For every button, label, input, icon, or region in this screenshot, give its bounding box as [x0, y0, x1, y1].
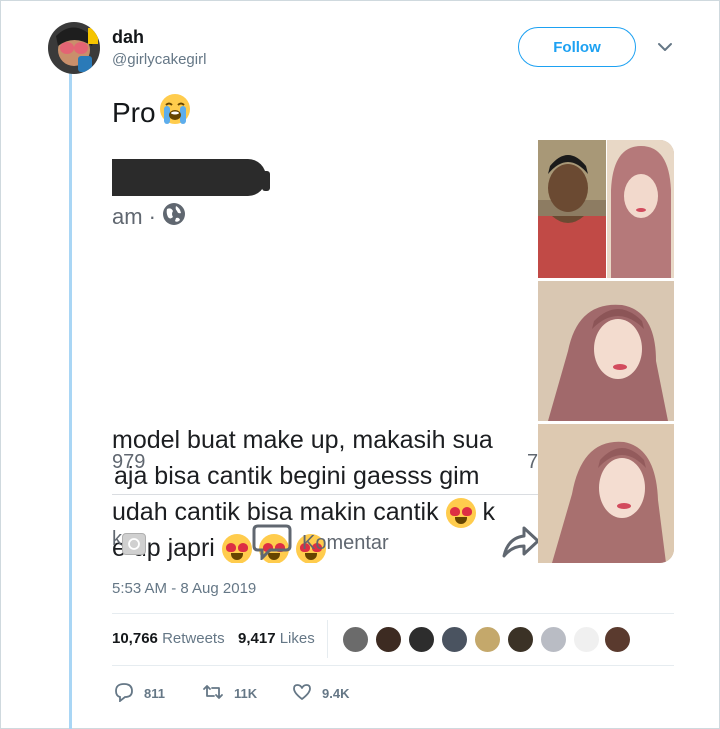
liker-avatar[interactable]: [441, 626, 468, 653]
liker-avatar[interactable]: [342, 626, 369, 653]
speech-bubble-icon: [252, 520, 292, 566]
liker-avatar[interactable]: [573, 626, 600, 653]
embedded-like-action: k: [112, 528, 122, 551]
loudly-crying-face-icon: [158, 92, 192, 133]
embedded-line-1: model buat make up, makasih sua: [112, 426, 493, 454]
embedded-meta-text: am ·: [112, 204, 156, 229]
tweet-text: Pro: [112, 92, 192, 133]
display-name[interactable]: dah: [112, 27, 144, 48]
liker-avatar[interactable]: [408, 626, 435, 653]
embedded-line-3-tail: k: [482, 498, 495, 526]
redacted-name-bar: [112, 159, 266, 196]
reply-count: 811: [144, 686, 165, 701]
heart-icon: [292, 682, 312, 705]
retweet-icon: [202, 682, 224, 705]
liker-avatar[interactable]: [540, 626, 567, 653]
retweet-count: 11K: [234, 686, 258, 701]
liker-avatar[interactable]: [604, 626, 631, 653]
like-button[interactable]: 9.4K: [292, 682, 349, 705]
retweets-count: 10,766: [112, 630, 158, 647]
like-count: 9.4K: [322, 686, 350, 701]
heart-eyes-emoji-icon: [445, 498, 476, 529]
media-badge-icon: [122, 533, 146, 555]
redacted-name-bar-tail: [262, 171, 270, 191]
liker-avatar[interactable]: [375, 626, 402, 653]
thread-line: [69, 72, 72, 729]
photo-man[interactable]: [538, 140, 606, 278]
liker-avatar[interactable]: [474, 626, 501, 653]
follow-button[interactable]: Follow: [518, 27, 636, 67]
photo-woman-hijab-1[interactable]: [607, 140, 674, 278]
liker-avatar[interactable]: [507, 626, 534, 653]
embedded-reaction-count: 979: [112, 451, 146, 473]
stats-separator: [327, 620, 328, 658]
reply-icon: [114, 682, 134, 705]
embedded-comment-label: Komentar: [302, 531, 389, 554]
photo-woman-hijab-3[interactable]: [538, 424, 674, 563]
retweets-stat[interactable]: 10,766 Retweets: [112, 630, 225, 647]
reply-button[interactable]: 811: [114, 682, 165, 705]
retweets-label: Retweets: [162, 630, 225, 647]
chevron-down-icon[interactable]: [656, 38, 674, 56]
tweet-text-content: Pro: [112, 96, 156, 128]
avatar[interactable]: [48, 22, 100, 74]
embedded-screenshot: am · model buat make up, makasih sua aja…: [112, 140, 538, 563]
embedded-comment-count: 7: [527, 451, 539, 473]
likes-label: Likes: [279, 630, 315, 647]
embedded-like-label: k: [112, 528, 122, 550]
likes-stat[interactable]: 9,417 Likes: [238, 630, 315, 647]
stats-divider-top: [112, 613, 674, 614]
embedded-divider: [112, 494, 538, 495]
share-arrow-icon: [500, 522, 540, 565]
likes-count: 9,417: [238, 630, 276, 647]
embedded-meta: am ·: [112, 202, 186, 232]
user-handle[interactable]: @girlycakegirl: [112, 51, 206, 68]
retweet-button[interactable]: 11K: [202, 682, 257, 705]
heart-eyes-emoji-icon: [221, 534, 252, 563]
embedded-comment-action: Komentar: [252, 520, 389, 566]
tweet-timestamp[interactable]: 5:53 AM - 8 Aug 2019: [112, 580, 256, 597]
photo-woman-hijab-2[interactable]: [538, 281, 674, 421]
stats-divider-bottom: [112, 665, 674, 666]
globe-icon: [162, 202, 186, 232]
embedded-line-2: aja bisa cantik begini gaesss gim: [114, 462, 480, 490]
